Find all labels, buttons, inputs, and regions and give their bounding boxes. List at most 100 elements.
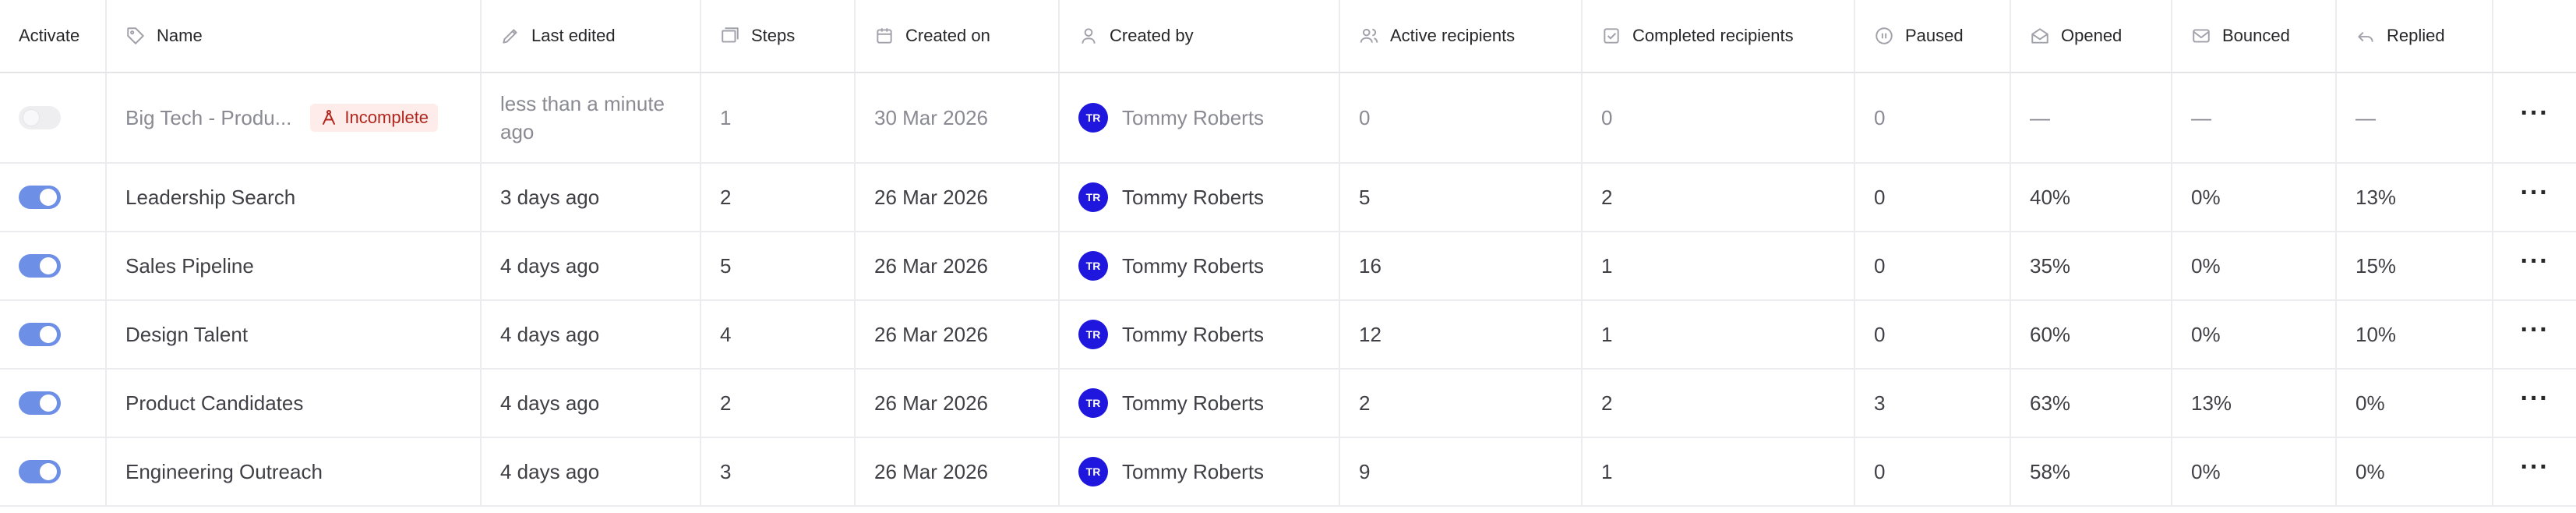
steps-value: 2	[720, 185, 732, 209]
last-edited-cell: 4 days ago	[482, 438, 701, 505]
activate-toggle[interactable]	[19, 391, 61, 415]
compass-icon	[323, 110, 336, 125]
opened-value: 40%	[2030, 185, 2071, 209]
table-row[interactable]: Big Tech - Produ... Incomplete less than…	[0, 73, 2576, 164]
table-row[interactable]: Engineering Outreach 4 days ago 3 26 Mar…	[0, 438, 2576, 507]
paused-value: 0	[1874, 185, 1886, 209]
status-badge-label: Incomplete	[344, 108, 429, 127]
header-created-by[interactable]: Created by	[1060, 0, 1340, 72]
completed-recipients-value: 1	[1601, 459, 1613, 483]
completed-recipients-cell: 1	[1583, 301, 1855, 368]
header-activate[interactable]: Activate	[0, 0, 107, 72]
header-steps[interactable]: Steps	[701, 0, 856, 72]
sequence-name: Engineering Outreach	[125, 459, 323, 483]
steps-cell: 3	[701, 438, 856, 505]
more-actions-button[interactable]: ···	[2493, 370, 2576, 437]
name-cell[interactable]: Product Candidates	[107, 370, 482, 437]
header-completed-recipients[interactable]: Completed recipients	[1583, 0, 1855, 72]
last-edited-value: 4 days ago	[500, 459, 600, 483]
completed-recipients-value: 1	[1601, 322, 1613, 346]
header-name[interactable]: Name	[107, 0, 482, 72]
bounced-value: 0%	[2191, 185, 2221, 209]
table-row[interactable]: Design Talent 4 days ago 4 26 Mar 2026 T…	[0, 301, 2576, 370]
opened-value: 63%	[2030, 391, 2071, 415]
table-row[interactable]: Sales Pipeline 4 days ago 5 26 Mar 2026 …	[0, 232, 2576, 301]
name-cell[interactable]: Leadership Search	[107, 164, 482, 231]
header-active-recipients[interactable]: Active recipients	[1340, 0, 1583, 72]
more-actions-button[interactable]: ···	[2493, 438, 2576, 505]
activate-toggle[interactable]	[19, 186, 61, 209]
more-actions-button[interactable]: ···	[2493, 164, 2576, 231]
activate-cell	[0, 301, 107, 368]
steps-cell: 1	[701, 73, 856, 162]
activate-toggle[interactable]	[19, 254, 61, 278]
more-icon: ···	[2520, 246, 2550, 276]
replied-value: —	[2355, 105, 2376, 129]
completed-recipients-value: 2	[1601, 391, 1613, 415]
header-created-on[interactable]: Created on	[856, 0, 1060, 72]
tag-icon	[125, 26, 146, 46]
table-row[interactable]: Leadership Search 3 days ago 2 26 Mar 20…	[0, 164, 2576, 232]
steps-cell: 4	[701, 301, 856, 368]
check-square-icon	[1601, 26, 1621, 46]
header-paused[interactable]: Paused	[1855, 0, 2011, 72]
bounced-value: —	[2191, 105, 2211, 129]
active-recipients-value: 0	[1359, 105, 1371, 129]
active-recipients-cell: 12	[1340, 301, 1583, 368]
sequences-table: Activate Name Last edited Steps Created …	[0, 0, 2576, 513]
activate-cell	[0, 232, 107, 299]
steps-value: 2	[720, 391, 732, 415]
header-last-edited-label: Last edited	[531, 26, 616, 45]
more-icon: ···	[2520, 384, 2550, 413]
steps-cell: 2	[701, 164, 856, 231]
activate-toggle[interactable]	[19, 106, 61, 129]
name-cell[interactable]: Engineering Outreach	[107, 438, 482, 505]
sequence-name: Design Talent	[125, 322, 249, 346]
more-actions-button[interactable]: ···	[2493, 232, 2576, 299]
created-on-value: 26 Mar 2026	[874, 391, 988, 415]
opened-cell: 60%	[2011, 301, 2172, 368]
created-by-cell: TR Tommy Roberts	[1060, 164, 1340, 231]
name-cell[interactable]: Sales Pipeline	[107, 232, 482, 299]
header-opened-label: Opened	[2061, 26, 2123, 45]
last-edited-value: 4 days ago	[500, 322, 600, 346]
name-cell[interactable]: Design Talent	[107, 301, 482, 368]
created-by-value: Tommy Roberts	[1122, 185, 1265, 209]
activate-toggle[interactable]	[19, 460, 61, 483]
bounced-cell: 13%	[2172, 370, 2337, 437]
completed-recipients-cell: 1	[1583, 232, 1855, 299]
paused-cell: 0	[1855, 301, 2011, 368]
steps-cell: 2	[701, 370, 856, 437]
active-recipients-cell: 16	[1340, 232, 1583, 299]
created-by-cell: TR Tommy Roberts	[1060, 73, 1340, 162]
header-last-edited[interactable]: Last edited	[482, 0, 701, 72]
table-row[interactable]: Product Candidates 4 days ago 2 26 Mar 2…	[0, 370, 2576, 438]
created-by-value: Tommy Roberts	[1122, 322, 1265, 346]
active-recipients-cell: 9	[1340, 438, 1583, 505]
header-opened[interactable]: Opened	[2011, 0, 2172, 72]
calendar-icon	[874, 26, 895, 46]
activate-toggle[interactable]	[19, 323, 61, 346]
replied-cell: —	[2337, 73, 2493, 162]
header-completed-recipients-label: Completed recipients	[1632, 26, 1794, 45]
more-icon: ···	[2520, 452, 2550, 482]
bounced-value: 13%	[2191, 391, 2232, 415]
header-active-recipients-label: Active recipients	[1390, 26, 1516, 45]
completed-recipients-cell: 1	[1583, 438, 1855, 505]
header-bounced[interactable]: Bounced	[2172, 0, 2337, 72]
last-edited-cell: 3 days ago	[482, 164, 701, 231]
paused-value: 0	[1874, 253, 1886, 278]
header-replied[interactable]: Replied	[2337, 0, 2493, 72]
replied-cell: 15%	[2337, 232, 2493, 299]
more-icon: ···	[2520, 98, 2550, 128]
header-name-label: Name	[157, 26, 203, 45]
more-actions-button[interactable]: ···	[2493, 73, 2576, 162]
header-replied-label: Replied	[2387, 26, 2445, 45]
opened-value: 60%	[2030, 322, 2071, 346]
paused-cell: 0	[1855, 164, 2011, 231]
name-cell[interactable]: Big Tech - Produ... Incomplete	[107, 73, 482, 162]
header-activate-label: Activate	[19, 26, 80, 45]
more-actions-button[interactable]: ···	[2493, 301, 2576, 368]
completed-recipients-value: 2	[1601, 185, 1613, 209]
bounced-cell: —	[2172, 73, 2337, 162]
